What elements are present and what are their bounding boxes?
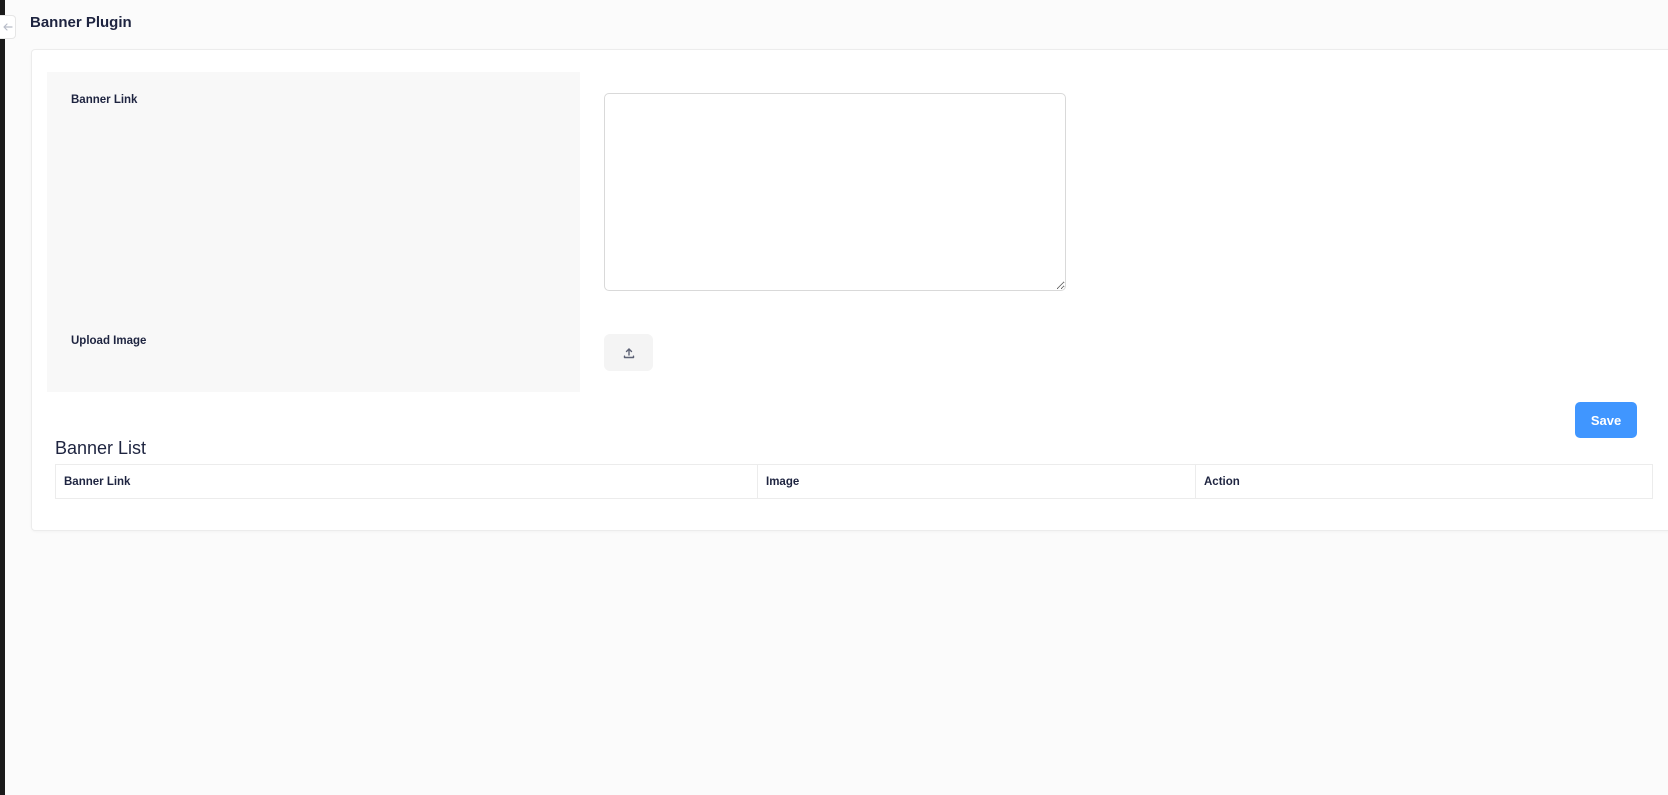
column-header-action[interactable]: Action	[1195, 464, 1653, 499]
banner-form-card: Banner Link Upload Image Save Banner Lis…	[31, 49, 1668, 531]
upload-image-button[interactable]	[604, 334, 653, 371]
arrow-left-icon	[2, 23, 13, 31]
column-header-banner-link[interactable]: Banner Link	[55, 464, 758, 499]
table-header-row: Banner Link Image Action	[55, 464, 1653, 499]
sidebar-edge	[0, 0, 5, 795]
banner-link-label: Banner Link	[71, 94, 138, 106]
save-button[interactable]: Save	[1575, 402, 1637, 438]
upload-icon	[623, 347, 634, 358]
page-title: Banner Plugin	[30, 14, 132, 31]
sidebar-toggle-button[interactable]	[0, 15, 16, 39]
upload-image-label: Upload Image	[71, 335, 147, 347]
column-header-image[interactable]: Image	[757, 464, 1196, 499]
banner-list-table: Banner Link Image Action	[55, 464, 1653, 499]
banner-link-input[interactable]	[604, 93, 1066, 291]
form-labels-panel: Banner Link Upload Image	[47, 72, 580, 392]
banner-list-title: Banner List	[55, 438, 147, 458]
